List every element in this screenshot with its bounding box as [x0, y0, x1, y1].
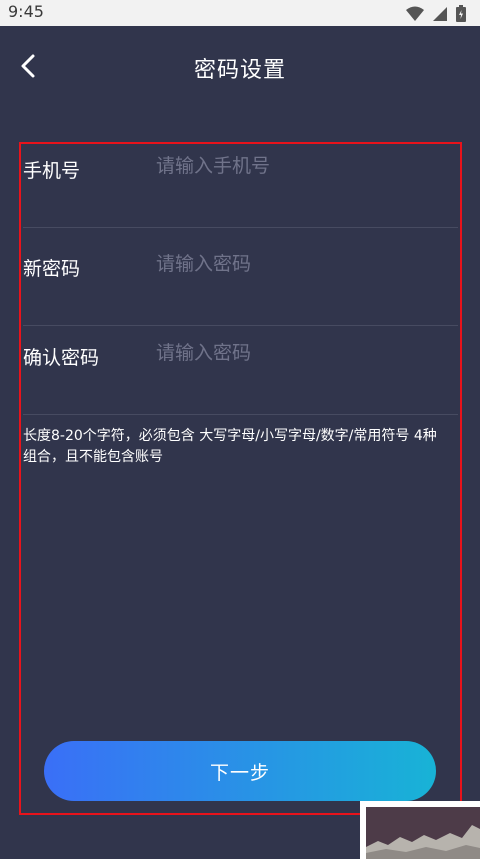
confirm-password-input[interactable]: [156, 333, 446, 373]
signal-icon: [433, 6, 447, 21]
new-password-input[interactable]: [156, 244, 446, 284]
new-password-row: 新密码: [23, 228, 458, 326]
wifi-icon: [406, 6, 424, 21]
next-step-button[interactable]: 下一步: [44, 741, 436, 801]
phone-row: 手机号: [23, 130, 458, 228]
top-bar: 密码设置: [0, 26, 480, 106]
new-password-label: 新密码: [23, 258, 81, 280]
preview-thumbnail: [360, 801, 480, 859]
confirm-password-row: 确认密码: [23, 317, 458, 415]
battery-icon: [456, 5, 466, 22]
phone-input[interactable]: [156, 146, 446, 186]
page-title: 密码设置: [193, 58, 286, 83]
status-time: 9:45: [8, 2, 44, 21]
confirm-password-label: 确认密码: [23, 347, 100, 369]
password-hint: 长度8-20个字符，必须包含 大写字母/小写字母/数字/常用符号 4种组合，且不…: [23, 428, 437, 465]
phone-label: 手机号: [23, 160, 81, 182]
thumbnail-image: [366, 807, 480, 859]
mountain-icon: [366, 825, 480, 859]
status-icons: [406, 5, 466, 22]
status-bar: 9:45: [0, 0, 480, 26]
